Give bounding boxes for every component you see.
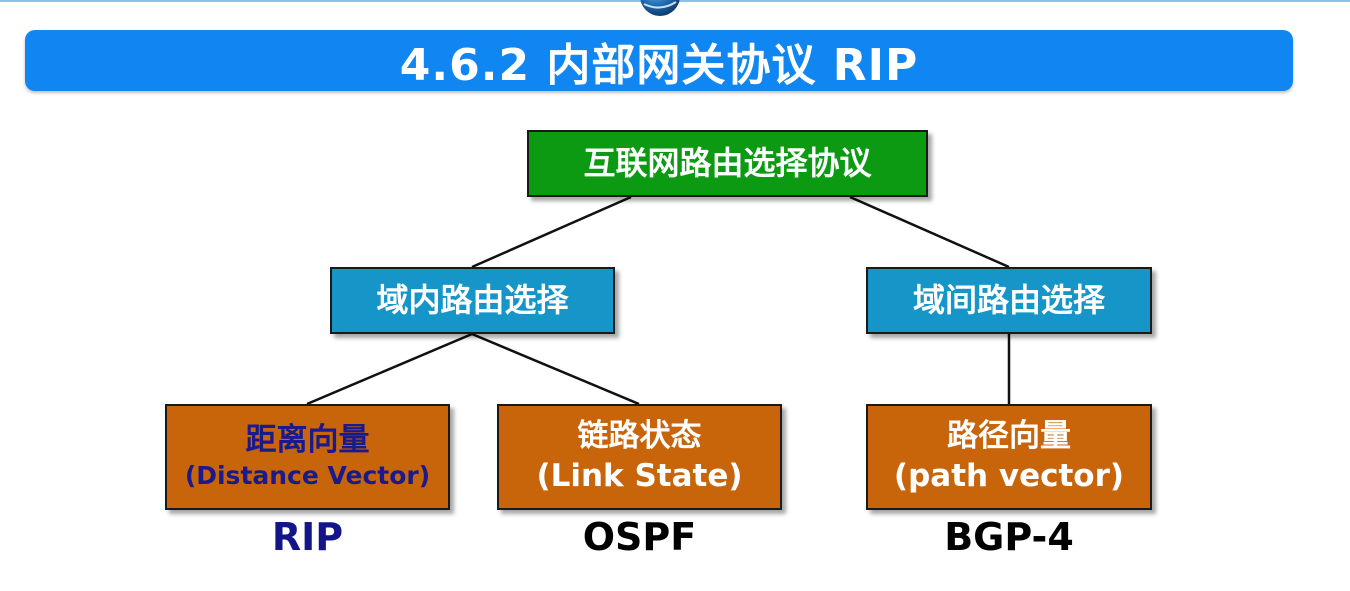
node-ls-subtitle: (Link State) [536, 458, 743, 494]
node-intra-domain-routing: 域内路由选择 [330, 267, 615, 334]
protocol-label-bgp: BGP-4 [944, 515, 1074, 559]
node-pv-label: 路径向量 [947, 418, 1071, 455]
protocol-label-ospf: OSPF [582, 515, 697, 559]
connector-root-intra [471, 195, 632, 269]
node-root-label: 互联网路由选择协议 [583, 144, 872, 183]
node-dv-subtitle: (Distance Vector) [184, 461, 431, 491]
protocol-label-rip: RIP [271, 515, 344, 559]
node-link-state: 链路状态 (Link State) [497, 404, 782, 510]
connector-root-inter [849, 195, 1010, 269]
node-internet-routing-protocols: 互联网路由选择协议 [527, 130, 928, 197]
node-intra-label: 域内路由选择 [376, 281, 569, 320]
connector-intra-dv [306, 332, 473, 406]
node-path-vector: 路径向量 (path vector) [866, 404, 1152, 510]
node-distance-vector: 距离向量 (Distance Vector) [165, 404, 450, 510]
node-ls-label: 链路状态 [577, 418, 702, 455]
node-inter-domain-routing: 域间路由选择 [866, 267, 1152, 334]
connector-intra-ls [471, 332, 640, 406]
node-inter-label: 域间路由选择 [912, 281, 1105, 320]
node-dv-label: 距离向量 [245, 421, 370, 458]
node-pv-subtitle: (path vector) [893, 458, 1125, 494]
